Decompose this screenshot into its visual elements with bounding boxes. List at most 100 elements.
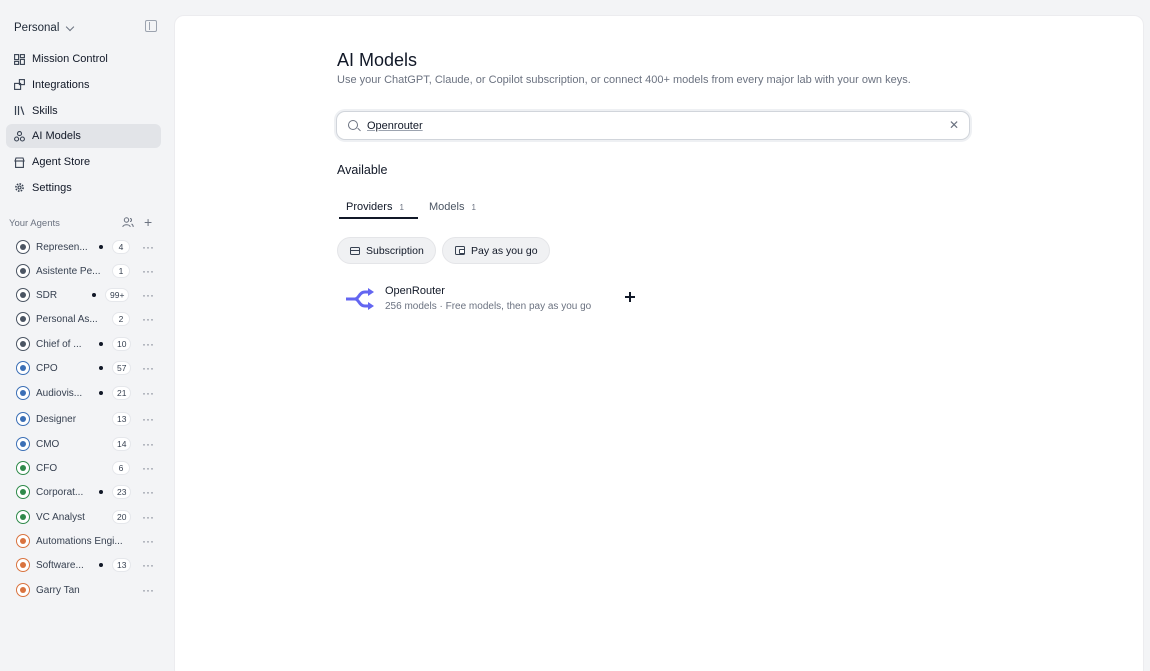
agent-row[interactable]: Represen... 4 ··· (0, 236, 170, 258)
agent-avatar-icon (20, 341, 26, 347)
more-options-icon[interactable]: ··· (142, 241, 154, 253)
tab-label: Providers (346, 201, 393, 213)
sidebar: Personal Mission Control Integrations Sk… (0, 0, 170, 671)
agent-row[interactable]: Audiovis... 21 ··· (0, 382, 170, 404)
agent-avatar (16, 312, 30, 326)
more-options-icon[interactable]: ··· (142, 584, 154, 596)
filter-label: Pay as you go (471, 244, 538, 257)
agent-avatar (16, 240, 30, 254)
agent-name: CPO (36, 362, 58, 374)
agent-avatar-icon (20, 390, 26, 396)
agent-count-badge: 13 (112, 412, 132, 426)
more-options-icon[interactable]: ··· (142, 313, 154, 325)
nav-item-agent-store[interactable]: Agent Store (6, 150, 161, 174)
more-options-icon[interactable]: ··· (142, 413, 154, 425)
provider-row[interactable]: OpenRouter 256 models · Free models, the… (337, 282, 657, 316)
agent-avatar-icon (20, 316, 26, 322)
more-options-icon[interactable]: ··· (142, 535, 154, 547)
workspace-switcher[interactable]: Personal (14, 22, 75, 34)
books-icon (14, 105, 25, 116)
tab-count: 1 (471, 202, 476, 212)
agent-name: Represen... (36, 241, 88, 253)
nav-label: AI Models (32, 130, 81, 143)
agent-avatar (16, 288, 30, 302)
unread-dot (99, 563, 103, 567)
agent-row[interactable]: Garry Tan ··· (0, 579, 170, 601)
nav-item-ai-models[interactable]: AI Models (6, 124, 161, 149)
agent-row[interactable]: VC Analyst 20 ··· (0, 506, 170, 528)
agent-avatar (16, 485, 30, 499)
search-input[interactable] (367, 117, 927, 135)
agent-name: Audiovis... (36, 387, 83, 399)
close-icon[interactable]: ✕ (949, 119, 959, 131)
add-agent-icon[interactable]: + (144, 215, 152, 229)
agent-avatar-icon (20, 562, 26, 568)
more-options-icon[interactable]: ··· (142, 438, 154, 450)
agent-count-badge: 99+ (105, 288, 130, 302)
nav-item-skills[interactable]: Skills (6, 99, 161, 123)
more-options-icon[interactable]: ··· (142, 462, 154, 474)
page-subtitle: Use your ChatGPT, Claude, or Copilot sub… (337, 74, 911, 86)
provider-name: OpenRouter (385, 285, 445, 297)
agent-row[interactable]: SDR 99+ ··· (0, 284, 170, 306)
agent-row[interactable]: Corporat... 23 ··· (0, 481, 170, 503)
agent-row[interactable]: Chief of ... 10 ··· (0, 333, 170, 355)
agent-avatar-icon (20, 465, 26, 471)
agent-name: Automations Engi... (36, 535, 123, 547)
more-options-icon[interactable]: ··· (142, 486, 154, 498)
agent-name: Chief of ... (36, 338, 82, 350)
dashboard-icon (14, 53, 25, 65)
more-options-icon[interactable]: ··· (142, 289, 154, 301)
agent-avatar-icon (20, 292, 26, 298)
agent-row[interactable]: CMO 14 ··· (0, 433, 170, 455)
wallet-icon (455, 246, 465, 255)
agent-name: SDR (36, 289, 58, 301)
agent-name: VC Analyst (36, 511, 85, 523)
tab-providers[interactable]: Providers 1 (346, 196, 404, 218)
openrouter-logo-icon (345, 288, 375, 310)
agent-avatar (16, 461, 30, 475)
agent-avatar-icon (20, 416, 26, 422)
active-tab-indicator (339, 217, 418, 219)
search-box: ✕ (336, 111, 970, 140)
collapse-sidebar-icon[interactable] (145, 20, 157, 32)
agent-count-badge: 10 (112, 337, 132, 351)
agent-row[interactable]: Software... 13 ··· (0, 554, 170, 576)
more-options-icon[interactable]: ··· (142, 511, 154, 523)
agent-row[interactable]: Designer 13 ··· (0, 408, 170, 430)
agent-row[interactable]: CFO 6 ··· (0, 457, 170, 479)
more-options-icon[interactable]: ··· (142, 362, 154, 374)
more-options-icon[interactable]: ··· (142, 338, 154, 350)
agent-row[interactable]: CPO 57 ··· (0, 357, 170, 379)
unread-dot (99, 342, 103, 346)
people-icon[interactable] (122, 217, 134, 228)
agent-name: Corporat... (36, 486, 84, 498)
agent-count-badge: 23 (112, 485, 132, 499)
nav-label: Mission Control (32, 53, 108, 65)
agent-avatar (16, 412, 30, 426)
agent-avatar (16, 337, 30, 351)
integrations-icon (14, 79, 25, 91)
agent-row[interactable]: Personal As... 2 ··· (0, 308, 170, 330)
agent-avatar-icon (20, 365, 26, 371)
tab-count: 1 (399, 202, 404, 212)
pay-as-you-go-filter-button[interactable]: Pay as you go (442, 237, 550, 264)
agent-name: Asistente Pe... (36, 265, 101, 277)
unread-dot (92, 293, 96, 297)
agent-avatar-icon (20, 268, 26, 274)
agent-name: Garry Tan (36, 584, 80, 596)
subscription-filter-button[interactable]: Subscription (337, 237, 436, 264)
chevron-down-icon (66, 22, 75, 31)
add-provider-button[interactable] (621, 288, 639, 306)
more-options-icon[interactable]: ··· (142, 559, 154, 571)
more-options-icon[interactable]: ··· (142, 265, 154, 277)
more-options-icon[interactable]: ··· (142, 387, 154, 399)
agent-row[interactable]: Automations Engi... ··· (0, 530, 170, 552)
provider-description: 256 models · Free models, then pay as yo… (385, 301, 592, 312)
nav-item-integrations[interactable]: Integrations (6, 73, 161, 97)
nav-item-settings[interactable]: Settings (6, 176, 161, 200)
agent-avatar (16, 510, 30, 524)
agent-row[interactable]: Asistente Pe... 1 ··· (0, 260, 170, 282)
nav-item-mission-control[interactable]: Mission Control (6, 47, 161, 71)
tab-models[interactable]: Models 1 (429, 196, 476, 218)
